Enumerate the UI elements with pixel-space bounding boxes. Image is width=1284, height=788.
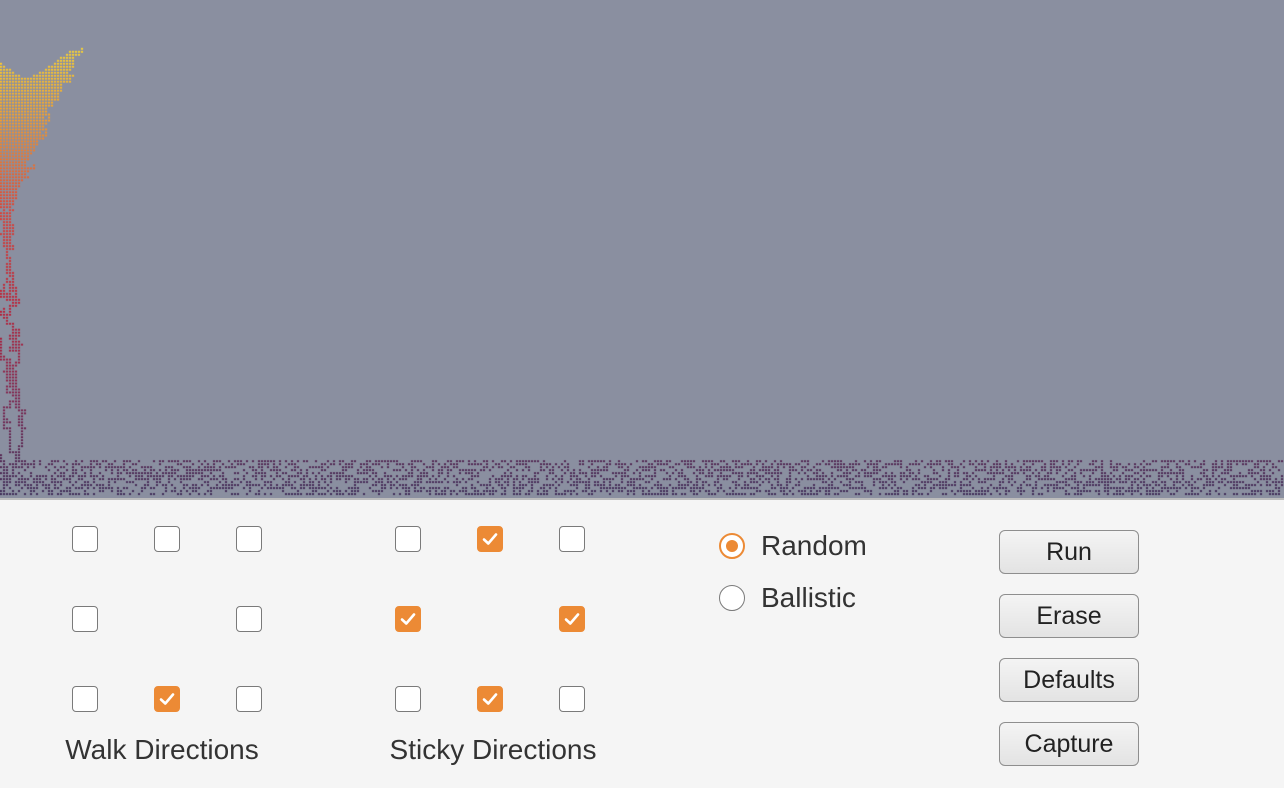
erase-button[interactable]: Erase bbox=[999, 594, 1139, 638]
random-label: Random bbox=[761, 530, 867, 561]
sticky-direction-sw-checkbox[interactable] bbox=[395, 686, 421, 712]
checkmark-icon bbox=[482, 693, 498, 705]
walk-direction-ne-checkbox[interactable] bbox=[236, 526, 262, 552]
random-radio[interactable] bbox=[719, 533, 745, 559]
walk-direction-w-checkbox[interactable] bbox=[72, 606, 98, 632]
checkmark-icon bbox=[159, 693, 175, 705]
walk-direction-e-checkbox[interactable] bbox=[236, 606, 262, 632]
aggregation-canvas bbox=[0, 0, 1284, 500]
sticky-direction-se-checkbox[interactable] bbox=[559, 686, 585, 712]
sticky-direction-nw-checkbox[interactable] bbox=[395, 526, 421, 552]
control-panel: Walk Directions Sticky Directions Random… bbox=[0, 500, 1284, 788]
walk-directions-label: Walk Directions bbox=[65, 734, 259, 765]
run-button[interactable]: Run bbox=[999, 530, 1139, 574]
checkmark-icon bbox=[564, 613, 580, 625]
checkmark-icon bbox=[482, 533, 498, 545]
defaults-button[interactable]: Defaults bbox=[999, 658, 1139, 702]
sticky-direction-w-checkbox[interactable] bbox=[395, 606, 421, 632]
walk-direction-se-checkbox[interactable] bbox=[236, 686, 262, 712]
ballistic-label: Ballistic bbox=[761, 582, 856, 613]
sticky-direction-n-checkbox[interactable] bbox=[477, 526, 503, 552]
sticky-direction-s-checkbox[interactable] bbox=[477, 686, 503, 712]
sticky-direction-ne-checkbox[interactable] bbox=[559, 526, 585, 552]
checkmark-icon bbox=[400, 613, 416, 625]
sticky-direction-e-checkbox[interactable] bbox=[559, 606, 585, 632]
walk-direction-sw-checkbox[interactable] bbox=[72, 686, 98, 712]
walk-direction-nw-checkbox[interactable] bbox=[72, 526, 98, 552]
walk-direction-n-checkbox[interactable] bbox=[154, 526, 180, 552]
mode-option-random[interactable]: Random bbox=[719, 530, 867, 562]
walk-direction-s-checkbox[interactable] bbox=[154, 686, 180, 712]
ballistic-radio[interactable] bbox=[719, 585, 745, 611]
capture-button[interactable]: Capture bbox=[999, 722, 1139, 766]
sticky-directions-label: Sticky Directions bbox=[389, 734, 597, 765]
mode-option-ballistic[interactable]: Ballistic bbox=[719, 582, 856, 614]
